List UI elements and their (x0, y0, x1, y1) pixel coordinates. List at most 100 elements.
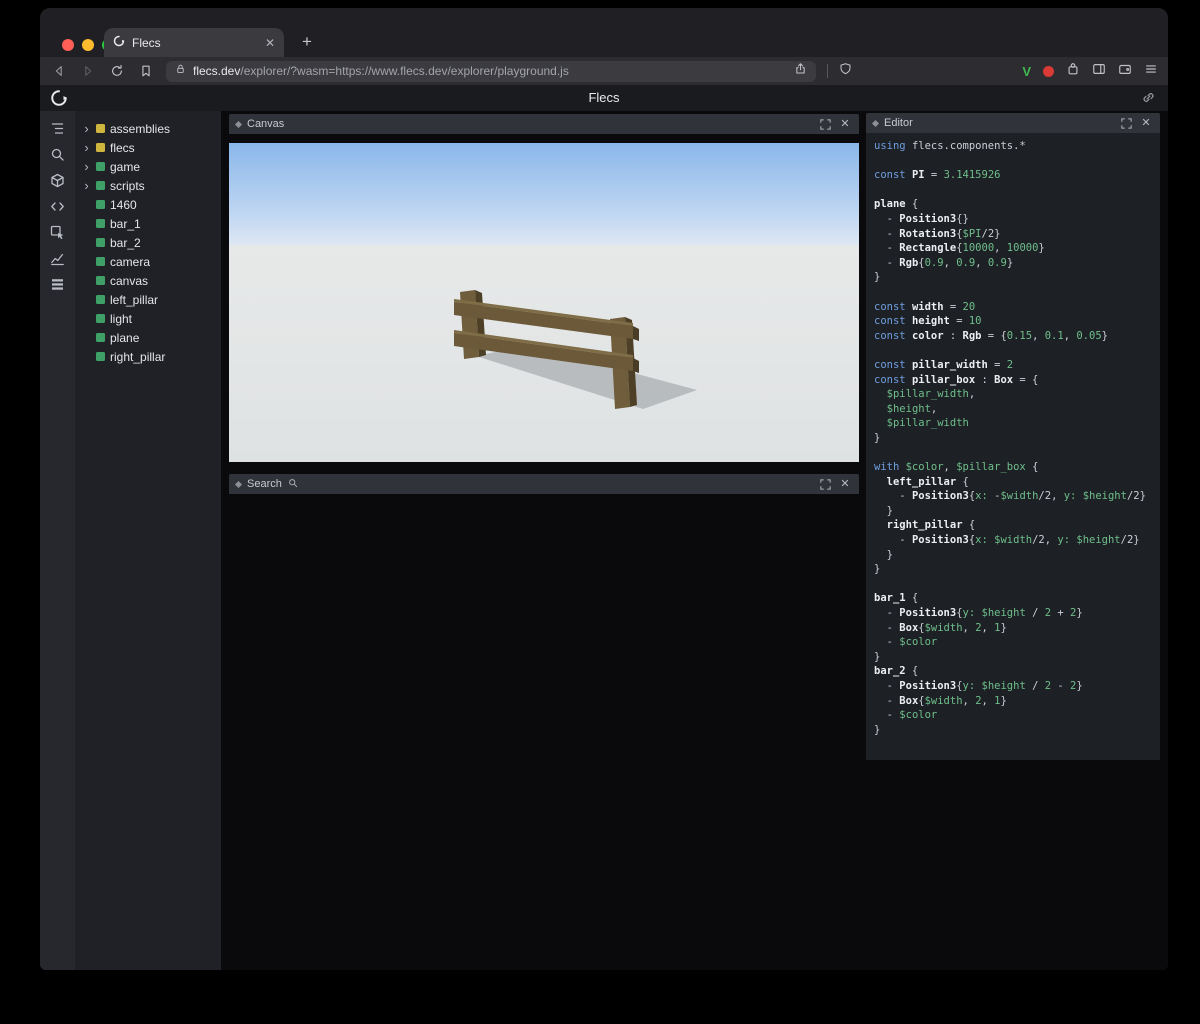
code-line: - Rectangle{10000, 10000} (874, 242, 1045, 255)
editor-panel-header[interactable]: Editor ✕ (866, 113, 1160, 133)
3d-viewport[interactable] (229, 143, 859, 462)
code-line: - Rotation3{$PI/2} (874, 227, 1001, 240)
app-header: Flecs (40, 85, 1168, 111)
editor-close-icon[interactable]: ✕ (1139, 116, 1153, 130)
address-bar[interactable]: flecs.dev/explorer/?wasm=https://www.fle… (166, 60, 816, 82)
extension-cluster: V (1022, 62, 1158, 81)
queries-icon[interactable] (46, 276, 70, 292)
bookmark-icon[interactable] (137, 62, 155, 80)
search-icon[interactable] (46, 146, 70, 162)
tree-item-light[interactable]: light (75, 309, 221, 328)
tree-item-bar_1[interactable]: bar_1 (75, 214, 221, 233)
tree-item-bar_2[interactable]: bar_2 (75, 233, 221, 252)
reload-button[interactable] (108, 62, 126, 80)
tree-item-plane[interactable]: plane (75, 328, 221, 347)
canvas-fullscreen-icon[interactable] (818, 117, 832, 131)
entities-cube-icon[interactable] (46, 172, 70, 188)
canvas-close-icon[interactable]: ✕ (838, 117, 852, 131)
extension-v-icon[interactable]: V (1022, 64, 1031, 79)
tree-item-label: plane (110, 330, 140, 345)
code-line: right_pillar { (886, 519, 976, 532)
search-panel-header[interactable]: Search ✕ (229, 474, 859, 494)
share-icon[interactable] (794, 62, 807, 80)
code-line: - Box{$width, 2, 1} (874, 621, 1007, 634)
code-line: const color : Rgb = {0.15, 0.1, 0.05} (874, 329, 1108, 342)
new-tab-button[interactable]: + (294, 29, 320, 55)
code-line: } (874, 563, 881, 576)
editor-code[interactable]: using flecs.components.* const PI = 3.14… (866, 133, 1160, 760)
close-window-button[interactable] (62, 39, 74, 51)
search-panel-title: Search (247, 478, 282, 490)
minimize-window-button[interactable] (82, 39, 94, 51)
panel-marker-icon (234, 480, 243, 488)
tree-item-flecs[interactable]: › flecs (75, 138, 221, 157)
tree-item-camera[interactable]: camera (75, 252, 221, 271)
code-icon[interactable] (46, 198, 70, 214)
menu-icon[interactable] (1144, 62, 1158, 81)
entity-tree: › assemblies › flecs › game › scripts 1460 bar_1 b… (75, 111, 221, 970)
code-line: - $color (874, 636, 938, 649)
stats-icon[interactable] (46, 250, 70, 266)
browser-window: Flecs ✕ + flecs.dev/explorer/?wasm=https… (40, 8, 1168, 970)
code-line: - Position3{} (874, 212, 969, 225)
tree-item-canvas[interactable]: canvas (75, 271, 221, 290)
shield-icon[interactable] (839, 62, 852, 81)
browser-tab-flecs[interactable]: Flecs ✕ (104, 28, 284, 57)
url-domain: flecs.dev (193, 64, 241, 78)
tree-item-game[interactable]: › game (75, 157, 221, 176)
expand-arrow-icon[interactable]: › (82, 157, 91, 176)
back-button[interactable] (50, 62, 68, 80)
url-text: flecs.dev/explorer/?wasm=https://www.fle… (193, 64, 787, 78)
extension-red-icon[interactable] (1043, 65, 1054, 77)
extensions-puzzle-icon[interactable] (1066, 62, 1080, 81)
entity-color-square (96, 295, 105, 304)
code-line: $pillar_width, (886, 388, 976, 401)
code-line: const width = 20 (874, 300, 976, 313)
tab-close-icon[interactable]: ✕ (265, 36, 275, 50)
tree-item-scripts[interactable]: › scripts (75, 176, 221, 195)
tool-sidebar (40, 111, 75, 970)
sky (229, 143, 859, 247)
side-panel-icon[interactable] (1092, 62, 1106, 81)
browser-toolbar: flecs.dev/explorer/?wasm=https://www.fle… (40, 57, 1168, 85)
search-fullscreen-icon[interactable] (818, 477, 832, 491)
code-line: $height, (886, 402, 938, 415)
entity-color-square (96, 200, 105, 209)
wallet-icon[interactable] (1118, 62, 1132, 81)
entity-color-square (96, 276, 105, 285)
search-close-icon[interactable]: ✕ (838, 477, 852, 491)
editor-fullscreen-icon[interactable] (1119, 116, 1133, 130)
tree-item-right_pillar[interactable]: right_pillar (75, 347, 221, 366)
tree-item-left_pillar[interactable]: left_pillar (75, 290, 221, 309)
share-link-icon[interactable] (1141, 90, 1156, 110)
canvas-panel-title: Canvas (247, 118, 285, 130)
3d-scene (229, 143, 859, 462)
code-line: } (874, 271, 881, 284)
entity-color-square (96, 162, 105, 171)
editor-panel-title: Editor (884, 117, 913, 129)
canvas-panel-header[interactable]: Canvas ✕ (229, 114, 859, 134)
expand-arrow-icon[interactable]: › (82, 176, 91, 195)
forward-button[interactable] (79, 62, 97, 80)
tree-item-label: bar_2 (110, 235, 141, 250)
code-line: left_pillar { (886, 475, 969, 488)
code-line: - Position3{y: $height / 2 + 2} (874, 607, 1083, 619)
tree-item-1460[interactable]: 1460 (75, 195, 221, 214)
code-line: - Position3{x: -$width/2, y: $height/2} (874, 490, 1146, 503)
expand-arrow-icon[interactable]: › (82, 138, 91, 157)
tree-item-label: flecs (110, 140, 135, 155)
search-magnifier-icon (288, 475, 298, 493)
entity-color-square (96, 143, 105, 152)
expand-arrow-icon[interactable]: › (82, 119, 91, 138)
panel-marker-icon (234, 120, 243, 128)
entity-tree-icon[interactable] (46, 120, 70, 136)
tree-item-label: camera (110, 254, 151, 269)
code-line: with $color, $pillar_box { (874, 461, 1039, 474)
code-line: } (874, 723, 881, 736)
lock-icon (175, 62, 186, 80)
tree-item-assemblies[interactable]: › assemblies (75, 119, 221, 138)
inspect-icon[interactable] (46, 224, 70, 240)
